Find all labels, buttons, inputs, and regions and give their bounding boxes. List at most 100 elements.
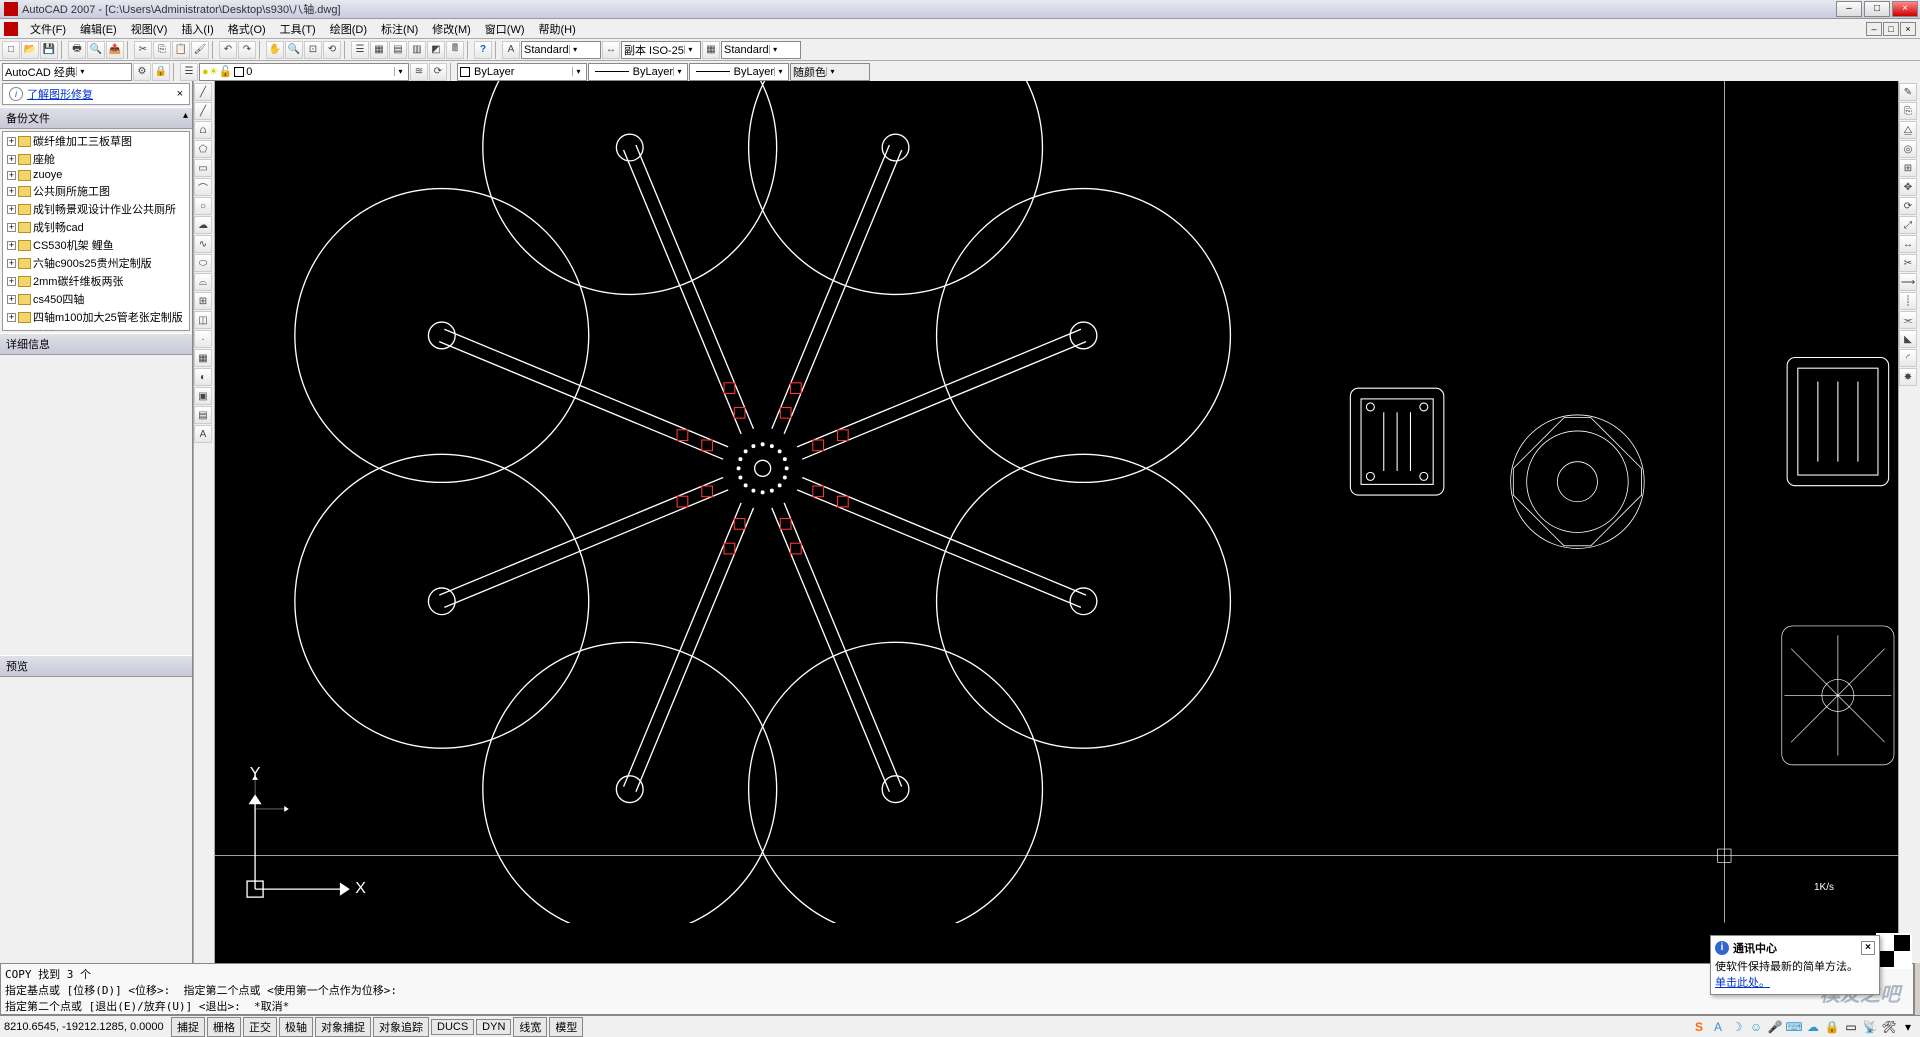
plotstyle-combo[interactable]: 随颜色▾	[790, 63, 870, 81]
lineweight-combo[interactable]: ByLayer▾	[689, 63, 789, 81]
minimize-button[interactable]: –	[1836, 1, 1862, 17]
maximize-button[interactable]: □	[1864, 1, 1890, 17]
table-style-combo[interactable]: Standard▾	[721, 41, 801, 59]
pan-icon[interactable]: ✋	[266, 41, 284, 59]
preview-icon[interactable]: 🔍	[87, 41, 105, 59]
hatch-icon[interactable]: ▦	[194, 349, 212, 367]
text-style-combo[interactable]: Standard▾	[521, 41, 601, 59]
menu-draw[interactable]: 绘图(D)	[324, 20, 373, 38]
face-icon[interactable]: ☺	[1748, 1019, 1764, 1035]
panel-close-icon[interactable]: ×	[177, 88, 183, 100]
menu-view[interactable]: 视图(V)	[125, 20, 174, 38]
extend-icon[interactable]: ⟶	[1899, 273, 1917, 291]
workspace-combo[interactable]: AutoCAD 经典▾	[2, 63, 132, 81]
tree-item[interactable]: +六轴c900s25贵州定制版	[3, 254, 189, 272]
ws-lock-icon[interactable]: 🔒	[152, 63, 170, 81]
sb-polar[interactable]: 极轴	[279, 1017, 313, 1037]
menu-window[interactable]: 窗口(W)	[479, 20, 531, 38]
drawing-canvas[interactable]: X Y 1K/s	[215, 81, 1898, 994]
tray-lock-icon[interactable]: 🔒	[1824, 1019, 1840, 1035]
mirror-icon[interactable]: ⧋	[1899, 121, 1917, 139]
rotate-icon[interactable]: ⟳	[1899, 197, 1917, 215]
help-icon[interactable]: ?	[474, 41, 492, 59]
explode-icon[interactable]: ✸	[1899, 368, 1917, 386]
close-button[interactable]: ×	[1892, 1, 1918, 17]
sb-snap[interactable]: 捕捉	[171, 1017, 205, 1037]
sb-ortho[interactable]: 正交	[243, 1017, 277, 1037]
chamfer-icon[interactable]: ◣	[1899, 330, 1917, 348]
revcloud-icon[interactable]: ☁	[194, 216, 212, 234]
sb-otrack[interactable]: 对象追踪	[373, 1017, 429, 1037]
tree-item[interactable]: +公共厕所施工图	[3, 182, 189, 200]
textstyle-icon[interactable]: A	[502, 41, 520, 59]
layer-prev-icon[interactable]: ⟳	[429, 63, 447, 81]
break-icon[interactable]: ┊	[1899, 292, 1917, 310]
erase-icon[interactable]: ✎	[1899, 83, 1917, 101]
ime-icon[interactable]: A	[1710, 1019, 1726, 1035]
color-combo[interactable]: ByLayer▾	[457, 63, 587, 81]
tree-item[interactable]: +座舱	[3, 150, 189, 168]
backup-tree[interactable]: +碳纤维加工三板草图 +座舱 +zuoye +公共厕所施工图 +成钊畅景观设计作…	[2, 131, 190, 331]
new-icon[interactable]: □	[2, 41, 20, 59]
properties-icon[interactable]: ☰	[351, 41, 369, 59]
match-icon[interactable]: 🖌	[191, 41, 209, 59]
zoom-prev-icon[interactable]: ⟲	[323, 41, 341, 59]
menu-file[interactable]: 文件(F)	[24, 20, 72, 38]
mdi-restore[interactable]: □	[1883, 22, 1899, 36]
tray-chevron-icon[interactable]: ▾	[1900, 1019, 1916, 1035]
tree-item[interactable]: +2mm碳纤维板两张	[3, 272, 189, 290]
dimstyle-icon[interactable]: ↔	[602, 41, 620, 59]
spline-icon[interactable]: ∿	[194, 235, 212, 253]
collapse-icon[interactable]: ▴	[183, 110, 188, 121]
publish-icon[interactable]: 📤	[106, 41, 124, 59]
dcenter-icon[interactable]: ▦	[370, 41, 388, 59]
arc-icon[interactable]: ⌒	[194, 178, 212, 196]
menu-modify[interactable]: 修改(M)	[426, 20, 477, 38]
redo-icon[interactable]: ↷	[238, 41, 256, 59]
dim-style-combo[interactable]: 副本 ISO-25▾	[621, 41, 701, 59]
tree-item[interactable]: +锦镇7.06	[3, 326, 189, 331]
circle-icon[interactable]: ○	[194, 197, 212, 215]
tree-item[interactable]: +CS530机架 鲤鱼	[3, 236, 189, 254]
ellipsearc-icon[interactable]: ⌓	[194, 273, 212, 291]
sb-lwt[interactable]: 线宽	[513, 1017, 547, 1037]
sb-dyn[interactable]: DYN	[476, 1019, 511, 1035]
xline-icon[interactable]: ╱	[194, 102, 212, 120]
moon-icon[interactable]: ☽	[1729, 1019, 1745, 1035]
sheet-icon[interactable]: ▥	[408, 41, 426, 59]
block-icon[interactable]: ◫	[194, 311, 212, 329]
tree-item[interactable]: +碳纤维加工三板草图	[3, 132, 189, 150]
print-icon[interactable]: 🖶	[68, 41, 86, 59]
linetype-combo[interactable]: ByLayer▾	[588, 63, 688, 81]
cmd-resize-handle[interactable]	[1914, 963, 1920, 1015]
zoom-win-icon[interactable]: ⊡	[304, 41, 322, 59]
menu-format[interactable]: 格式(O)	[222, 20, 272, 38]
cut-icon[interactable]: ✂	[134, 41, 152, 59]
sb-osnap[interactable]: 对象捕捉	[315, 1017, 371, 1037]
calc-icon[interactable]: 🖩	[446, 41, 464, 59]
menu-help[interactable]: 帮助(H)	[533, 20, 582, 38]
trim-icon[interactable]: ✂	[1899, 254, 1917, 272]
markup-icon[interactable]: ◩	[427, 41, 445, 59]
array-icon[interactable]: ⊞	[1899, 159, 1917, 177]
mdi-close[interactable]: ×	[1900, 22, 1916, 36]
join-icon[interactable]: ⫘	[1899, 311, 1917, 329]
insert-icon[interactable]: ⊞	[194, 292, 212, 310]
ws-settings-icon[interactable]: ⚙	[133, 63, 151, 81]
sb-ducs[interactable]: DUCS	[431, 1019, 474, 1035]
save-icon[interactable]: 💾	[40, 41, 58, 59]
tablestyle-icon[interactable]: ▦	[702, 41, 720, 59]
gradient-icon[interactable]: ◐	[194, 368, 212, 386]
table-icon[interactable]: ▤	[194, 406, 212, 424]
command-line[interactable]: COPY 找到 3 个 指定基点或 [位移(D)] <位移>: 指定第二个点或 …	[0, 963, 1914, 1015]
tree-item[interactable]: +成钊畅cad	[3, 218, 189, 236]
menu-tools[interactable]: 工具(T)	[274, 20, 322, 38]
mic-icon[interactable]: 🎤	[1767, 1019, 1783, 1035]
line-icon[interactable]: ╱	[194, 83, 212, 101]
menu-edit[interactable]: 编辑(E)	[74, 20, 123, 38]
tree-item[interactable]: +cs450四轴	[3, 290, 189, 308]
tree-item[interactable]: +四轴m100加大25管老张定制版	[3, 308, 189, 326]
stretch-icon[interactable]: ↔	[1899, 235, 1917, 253]
region-icon[interactable]: ▣	[194, 387, 212, 405]
tray-tools-icon[interactable]: 🛠	[1881, 1019, 1897, 1035]
